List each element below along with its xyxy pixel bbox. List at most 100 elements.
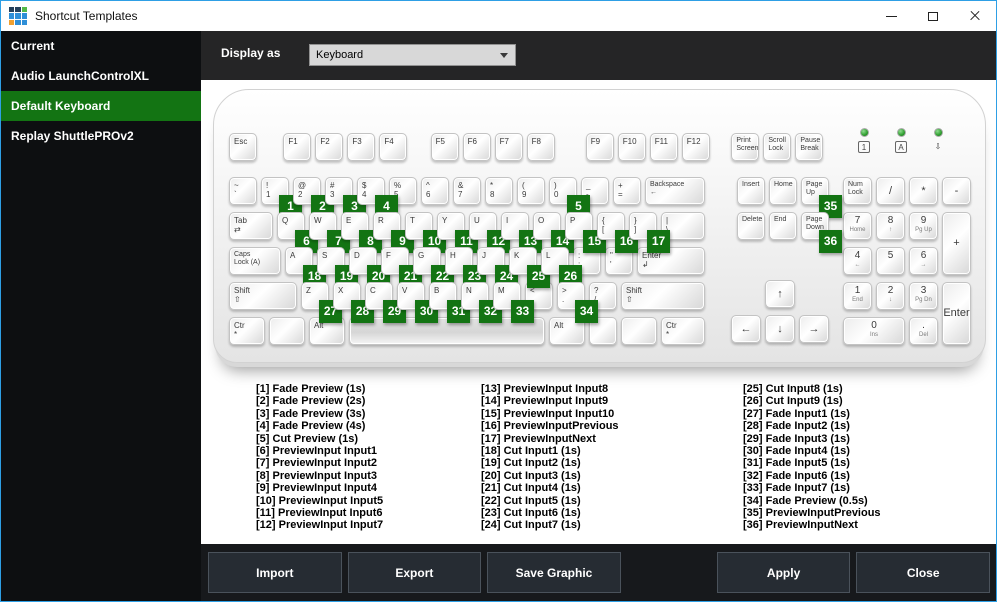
key-shift[interactable]: Shift ⇧ [621,282,705,310]
maximize-button[interactable] [912,1,954,31]
key-n[interactable]: N 32 [461,282,502,323]
key-symbol[interactable]: ↓ [765,315,795,343]
key-0ins[interactable]: 0 Ins [843,317,905,345]
key-0[interactable]: ) 0 5 [549,177,590,218]
key-symbol[interactable]: >. 34 [557,282,598,323]
key-delete[interactable]: Delete [737,212,765,240]
key-8[interactable]: * 8 [485,177,513,205]
key-l[interactable]: L 26 [541,247,582,288]
key-6[interactable]: 6 → [909,247,938,275]
key-f7[interactable]: F7 [494,133,523,161]
key-z[interactable]: Z 27 [301,282,342,323]
key-numlock[interactable]: Num Lock [843,177,872,205]
key-e[interactable]: E8 [341,212,382,253]
key-symbol[interactable]: + = [613,177,641,205]
key-1[interactable]: ! 1 1 [261,177,302,218]
key-f10[interactable]: F10 [617,133,646,161]
key-symbol[interactable]: → [799,315,829,343]
key-h[interactable]: H 23 [445,247,486,288]
key-f12[interactable]: F12 [681,133,710,161]
key-blank[interactable] [269,317,305,345]
key-w[interactable]: W7 [309,212,350,253]
key-f5[interactable]: F5 [430,133,459,161]
key-1end[interactable]: 1 End [843,282,872,310]
display-as-dropdown[interactable]: Keyboard [309,44,516,66]
key-blank[interactable] [621,317,657,345]
key-f2[interactable]: F2 [315,133,344,161]
key-5[interactable]: 5 [876,247,905,275]
key-symbol[interactable]: + [942,212,971,275]
key-symbol[interactable]: }] 17 [629,212,670,253]
key-u[interactable]: U 12 [469,212,510,253]
key-symbol[interactable]: * [909,177,938,205]
key-del[interactable]: . Del [909,317,938,345]
key-ctr[interactable]: Ctr * [229,317,265,345]
key-backspace[interactable]: Backspace ← [645,177,705,205]
key-r[interactable]: R9 [373,212,414,253]
key-6[interactable]: ^ 6 [421,177,449,205]
key-symbol[interactable]: ← [731,315,761,343]
key-printscreen[interactable]: Print Screen [731,133,760,161]
key-shift[interactable]: Shift ⇧ [229,282,297,310]
apply-button[interactable]: Apply [716,552,851,593]
key-f[interactable]: F 21 [381,247,422,288]
key-2[interactable]: @2 2 [293,177,334,218]
key-end[interactable]: End [769,212,797,240]
key-8[interactable]: 8 ↑ [876,212,905,240]
key-t[interactable]: T 10 [405,212,446,253]
key-symbol[interactable]: ↑ [765,280,795,308]
key-7home[interactable]: 7 Home [843,212,872,240]
key-k[interactable]: K 25 [509,247,550,288]
key-4[interactable]: 4 ← [843,247,872,275]
key-symbol[interactable]: ~ ` [229,177,257,205]
key-f9[interactable]: F9 [585,133,614,161]
key-esc[interactable]: Esc [229,133,257,161]
minimize-button[interactable] [870,1,912,31]
key-capslocka[interactable]: Caps Lock (A) [229,247,281,275]
key-f1[interactable]: F1 [283,133,312,161]
key-f4[interactable]: F4 [379,133,408,161]
sidebar-item-audio-launchcontrolxl[interactable]: Audio LaunchControlXL [1,61,201,91]
sidebar-item-current[interactable]: Current [1,31,201,61]
key-b[interactable]: B 31 [429,282,470,323]
key-symbol[interactable]: - [942,177,971,205]
key-scrolllock[interactable]: Scroll Lock [763,133,792,161]
key-4[interactable]: $4 4 [357,177,398,218]
key-v[interactable]: V 30 [397,282,438,323]
key-9[interactable]: (9 [517,177,545,205]
key-d[interactable]: D 20 [349,247,390,288]
key-s[interactable]: S 19 [317,247,358,288]
key-pagedown[interactable]: Page Down 36 [801,212,842,253]
close-button[interactable]: Close [856,552,990,593]
key-pausebreak[interactable]: Pause Break [795,133,824,161]
key-home[interactable]: Home [769,177,797,205]
key-j[interactable]: J 24 [477,247,518,288]
key-y[interactable]: Y 11 [437,212,478,253]
import-button[interactable]: Import [208,552,342,593]
key-3pgdn[interactable]: 3 Pg Dn [909,282,938,310]
key-3[interactable]: #3 3 [325,177,366,218]
key-9pgup[interactable]: 9 Pg Up [909,212,938,240]
key-q[interactable]: Q6 [277,212,318,253]
key-c[interactable]: C 29 [365,282,406,323]
key-2[interactable]: 2 ↓ [876,282,905,310]
key-insert[interactable]: Insert [737,177,765,205]
key-7[interactable]: & 7 [453,177,481,205]
close-button[interactable] [954,1,996,31]
key-f3[interactable]: F3 [347,133,376,161]
key-g[interactable]: G 22 [413,247,454,288]
key-ctr[interactable]: Ctr * [661,317,705,345]
key-enter[interactable]: Enter [942,282,971,345]
key-i[interactable]: I 13 [501,212,542,253]
key-symbol[interactable]: / [876,177,905,205]
key-a[interactable]: A 18 [285,247,326,288]
key-f6[interactable]: F6 [462,133,491,161]
export-button[interactable]: Export [347,552,482,593]
key-tab[interactable]: Tab ⇄ [229,212,273,240]
save-graphic-button[interactable]: Save Graphic [487,552,621,593]
sidebar-item-default-keyboard[interactable]: Default Keyboard [1,91,201,121]
key-x[interactable]: X 28 [333,282,374,323]
key-f11[interactable]: F11 [649,133,678,161]
key-m[interactable]: M 33 [493,282,534,323]
key-f8[interactable]: F8 [526,133,555,161]
